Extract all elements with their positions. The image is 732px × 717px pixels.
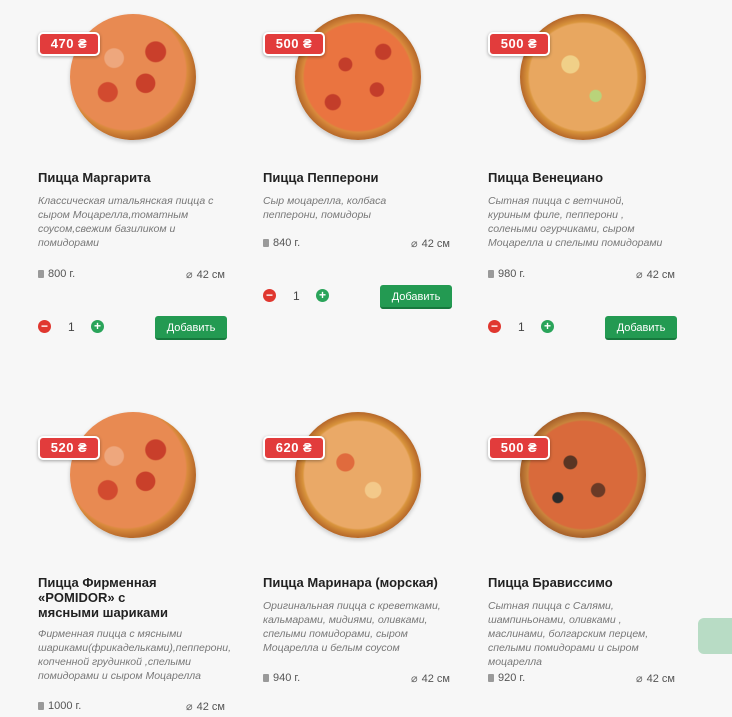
product-size: ⌀ 42 см <box>186 700 225 713</box>
product-description: Сытная пицца с ветчиной, куриным филе, п… <box>488 195 663 249</box>
diameter-icon: ⌀ <box>636 673 643 685</box>
diameter-icon: ⌀ <box>411 238 418 250</box>
quantity-value[interactable]: 1 <box>518 320 525 334</box>
weight-icon <box>38 270 44 278</box>
price-badge: 520 ₴ <box>38 436 100 460</box>
product-title[interactable]: Пицца Венециано <box>488 170 678 185</box>
weight-value: 980 г. <box>498 268 526 280</box>
quantity-value[interactable]: 1 <box>68 320 75 334</box>
add-to-cart-button[interactable]: Добавить <box>155 316 227 340</box>
product-weight: 940 г. <box>263 672 300 684</box>
size-value: 42 см <box>196 701 225 713</box>
diameter-icon: ⌀ <box>411 673 418 685</box>
diameter-icon: ⌀ <box>186 701 193 713</box>
product-size: ⌀ 42 см <box>186 268 225 281</box>
pizza-image[interactable] <box>70 412 196 538</box>
size-value: 42 см <box>646 269 675 281</box>
product-weight: 840 г. <box>263 237 300 249</box>
plus-button[interactable]: + <box>91 320 104 333</box>
weight-value: 920 г. <box>498 672 526 684</box>
weight-value: 1000 г. <box>48 700 82 712</box>
price-badge: 500 ₴ <box>263 32 325 56</box>
diameter-icon: ⌀ <box>636 269 643 281</box>
product-weight: 920 г. <box>488 672 525 684</box>
size-value: 42 см <box>421 673 450 685</box>
diameter-icon: ⌀ <box>186 269 193 281</box>
weight-icon <box>38 702 44 710</box>
price-badge: 500 ₴ <box>488 32 550 56</box>
plus-button[interactable]: + <box>316 289 329 302</box>
weight-icon <box>488 674 494 682</box>
product-size: ⌀ 42 см <box>636 672 675 685</box>
price-badge: 500 ₴ <box>488 436 550 460</box>
product-weight: 800 г. <box>38 268 75 280</box>
product-size: ⌀ 42 см <box>636 268 675 281</box>
plus-button[interactable]: + <box>541 320 554 333</box>
pizza-image[interactable] <box>520 412 646 538</box>
product-description: Сыр моцарелла, колбаса пепперони, помидо… <box>263 195 387 221</box>
weight-value: 800 г. <box>48 268 76 280</box>
product-description: Фирменная пицца с мясными шариками(фрика… <box>38 628 232 682</box>
minus-button[interactable]: − <box>263 289 276 302</box>
product-description: Оригинальная пицца с креветками, кальмар… <box>263 600 441 654</box>
product-size: ⌀ 42 см <box>411 237 450 250</box>
product-weight: 1000 г. <box>38 700 81 712</box>
size-value: 42 см <box>421 238 450 250</box>
product-title[interactable]: Пицца Фирменная «POMIDOR» с мясными шари… <box>38 575 178 620</box>
product-size: ⌀ 42 см <box>411 672 450 685</box>
weight-value: 840 г. <box>273 237 301 249</box>
minus-button[interactable]: − <box>38 320 51 333</box>
pizza-image[interactable] <box>295 412 421 538</box>
minus-button[interactable]: − <box>488 320 501 333</box>
weight-icon <box>263 239 269 247</box>
product-title[interactable]: Пицца Брависсимо <box>488 575 678 590</box>
product-description: Сытная пицца с Салями, шампиньонами, оли… <box>488 600 649 668</box>
add-to-cart-button[interactable]: Добавить <box>380 285 452 309</box>
product-title[interactable]: Пицца Маринара (морская) <box>263 575 453 590</box>
weight-value: 940 г. <box>273 672 301 684</box>
product-title[interactable]: Пицца Маргарита <box>38 170 228 185</box>
weight-icon <box>488 270 494 278</box>
product-title[interactable]: Пицца Пепперони <box>263 170 453 185</box>
add-to-cart-button[interactable]: Добавить <box>605 316 677 340</box>
quantity-value[interactable]: 1 <box>293 289 300 303</box>
product-weight: 980 г. <box>488 268 525 280</box>
price-badge: 470 ₴ <box>38 32 100 56</box>
floating-side-button[interactable] <box>698 618 732 654</box>
price-badge: 620 ₴ <box>263 436 325 460</box>
size-value: 42 см <box>646 673 675 685</box>
product-description: Классическая итальянская пицца с сыром М… <box>38 195 214 249</box>
weight-icon <box>263 674 269 682</box>
size-value: 42 см <box>196 269 225 281</box>
